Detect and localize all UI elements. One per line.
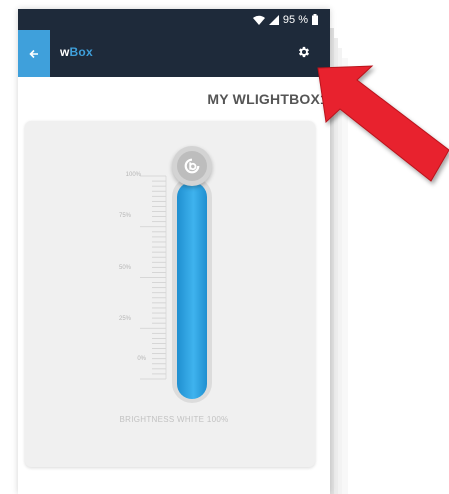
phone-screen: 95 % wBox MY WLIGHTBOX1 100% 75% 50% 25%… <box>18 9 330 494</box>
settings-button[interactable] <box>294 42 314 62</box>
knob-inner <box>177 151 207 181</box>
brightness-caption: BRIGHTNESS WHITE 100% <box>119 415 229 424</box>
signal-icon <box>268 14 279 25</box>
app-title-prefix: w <box>60 45 70 59</box>
scale-label-75: 75% <box>118 213 131 219</box>
back-button[interactable] <box>18 30 50 77</box>
scale-label-100: 100% <box>125 172 141 178</box>
status-bar: 95 % <box>18 9 330 30</box>
gear-icon <box>298 46 310 58</box>
wifi-icon <box>252 15 265 25</box>
status-icons: 95 % <box>252 12 318 27</box>
app-bar: wBox <box>18 30 330 77</box>
blebox-logo-icon <box>184 158 200 174</box>
brightness-slider-knob[interactable] <box>172 146 212 186</box>
brightness-slider-fill <box>177 182 207 399</box>
scale-label-50: 50% <box>118 265 131 271</box>
battery-icon <box>312 14 318 25</box>
arrow-left-icon <box>29 49 38 58</box>
app-title-suffix: Box <box>69 45 93 59</box>
device-name: MY WLIGHTBOX1 <box>207 91 328 107</box>
phone-shadow <box>342 58 348 494</box>
app-title: wBox <box>60 45 93 59</box>
scale-label-0: 0% <box>137 356 146 362</box>
battery-percent: 95 % <box>282 13 308 26</box>
scale-label-25: 25% <box>118 316 131 322</box>
